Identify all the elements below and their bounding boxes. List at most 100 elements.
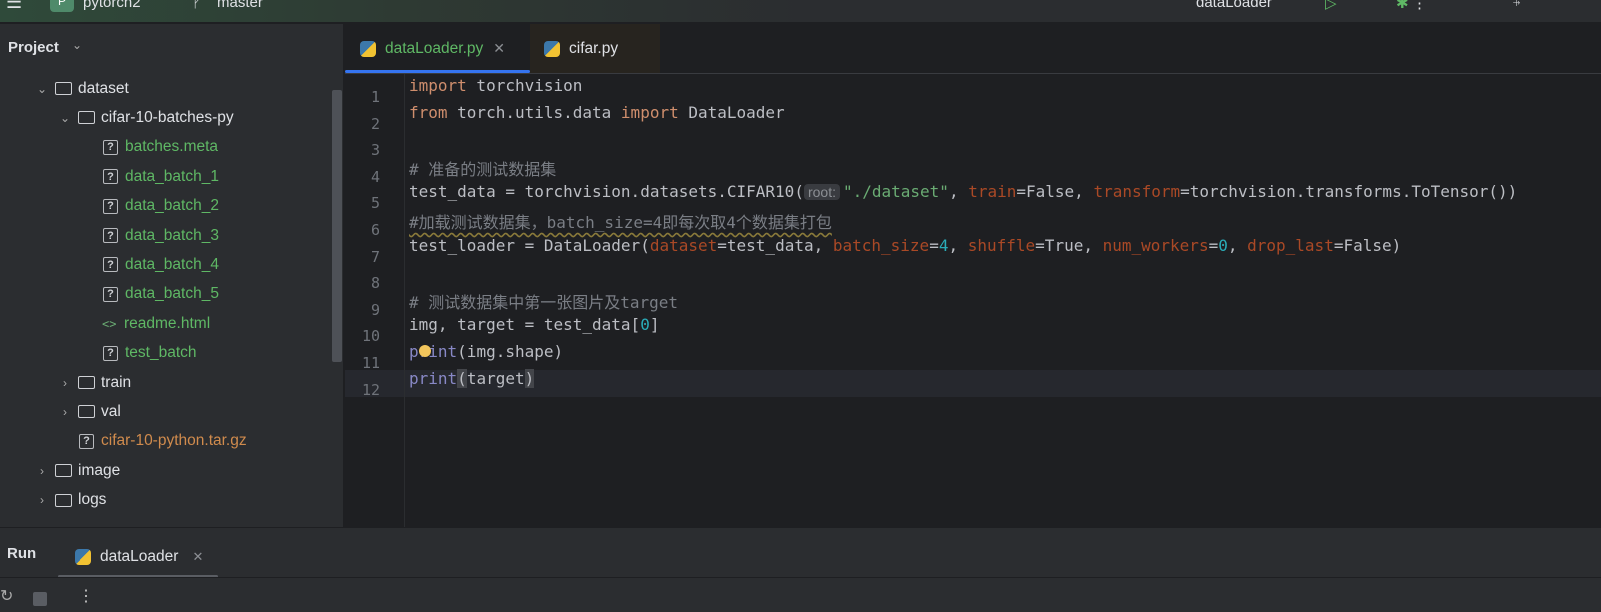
branch-icon: ᚹ	[192, 0, 202, 11]
code-token: transform	[1093, 182, 1181, 202]
code-token: shuffle	[967, 235, 1036, 255]
tree-item[interactable]: ? test_batch	[81, 339, 197, 368]
tree-item-label: cifar-10-batches-py	[101, 108, 234, 126]
code-token: import	[409, 76, 467, 95]
chevron-down-icon[interactable]: ⌄	[34, 82, 50, 96]
lightbulb-icon[interactable]	[419, 345, 431, 357]
hamburger-menu-icon[interactable]: ☰	[6, 0, 22, 13]
code-line[interactable]: print(img.shape)	[409, 342, 563, 361]
code-line[interactable]: img, target = test_data[0]	[409, 315, 659, 334]
more-icon[interactable]: ⋮	[78, 586, 94, 606]
tab-label: cifar.py	[569, 39, 619, 57]
project-name[interactable]: pytorch2	[83, 0, 141, 11]
line-number: 1	[370, 88, 380, 106]
code-token: torchvision	[466, 76, 583, 95]
code-token: =	[1208, 235, 1219, 255]
code-token: ,	[948, 235, 968, 255]
chevron-down-icon[interactable]: ⌄	[72, 38, 82, 52]
line-number: 6	[370, 221, 380, 239]
tree-item-label: data_batch_2	[125, 197, 219, 215]
line-number: 2	[370, 114, 380, 133]
unknown-file-icon: ?	[103, 228, 118, 243]
unknown-file-icon: ?	[103, 286, 118, 302]
tree-item[interactable]: ? cifar-10-python.tar.gz	[57, 427, 247, 456]
tree-item[interactable]: › logs	[34, 486, 106, 515]
tree-item-label: cifar-10-python.tar.gz	[101, 432, 247, 450]
run-icon[interactable]: ▷	[1325, 0, 1337, 12]
tree-item[interactable]: ? data_batch_1	[81, 162, 219, 191]
run-panel-title: Run	[7, 545, 37, 562]
tree-item[interactable]: › train	[57, 368, 131, 397]
tab-dataloader-py[interactable]: dataLoader.py ✕	[345, 24, 530, 73]
html-file-icon: <>	[102, 316, 117, 331]
folder-icon	[78, 111, 95, 125]
tree-item-label: data_batch_4	[125, 255, 219, 273]
code-line[interactable]: print(target)	[409, 368, 535, 388]
folder-icon	[55, 464, 72, 478]
line-number-gutter: 1 2 3 4 5 6 7 8 9 10 11 12	[345, 74, 405, 527]
tree-item-label: val	[101, 402, 121, 420]
run-tab-dataloader[interactable]: dataLoader ✕	[58, 536, 218, 578]
code-line[interactable]: # 测试数据集中第一张图片及target	[409, 289, 678, 313]
editor-tabs: dataLoader.py ✕ cifar.py	[345, 24, 1601, 74]
chevron-right-icon[interactable]: ›	[57, 376, 73, 390]
code-token: =	[929, 235, 939, 255]
tree-item[interactable]: <> readme.html	[81, 309, 210, 338]
code-token: import	[620, 102, 679, 122]
tree-item[interactable]: ? batches.meta	[81, 133, 218, 162]
chevron-down-icon[interactable]: ⌄	[57, 111, 73, 125]
tree-item[interactable]: ? data_batch_5	[81, 280, 219, 309]
tree-item-label: batches.meta	[125, 138, 219, 156]
chevron-right-icon[interactable]: ›	[34, 493, 50, 507]
code-line[interactable]: test_data = torchvision.datasets.CIFAR10…	[409, 182, 1517, 201]
code-token: print	[409, 368, 458, 388]
tree-item[interactable]: › image	[34, 456, 120, 485]
line-number: 5	[370, 194, 380, 213]
code-line[interactable]: # 准备的测试数据集	[409, 156, 556, 180]
code-token: dataset	[649, 235, 718, 255]
rerun-icon[interactable]: ↻	[0, 586, 13, 606]
project-panel-title[interactable]: Project	[8, 39, 59, 56]
run-panel: Run dataLoader ✕ ↻ ⋮	[0, 527, 1601, 612]
code-token: test_loader = DataLoader(	[409, 235, 650, 255]
tree-item-label: test_batch	[125, 344, 197, 362]
line-number: 4	[370, 167, 380, 186]
tree-item[interactable]: ? data_batch_4	[81, 250, 219, 279]
code-line[interactable]: test_loader = DataLoader(dataset=test_da…	[409, 236, 1401, 255]
more-icon[interactable]: ⋮	[1412, 0, 1427, 12]
active-tab-indicator	[345, 70, 530, 73]
stop-icon[interactable]	[33, 592, 47, 606]
code-token: train	[968, 182, 1017, 202]
run-config-name[interactable]: dataLoader	[1196, 0, 1272, 11]
code-token: =False)	[1333, 235, 1402, 255]
code-line[interactable]: from torch.utils.data import DataLoader	[409, 103, 785, 122]
tree-item[interactable]: ⌄ dataset	[34, 74, 129, 103]
tree-item[interactable]: ? data_batch_2	[81, 192, 219, 221]
debug-icon[interactable]: ✱	[1396, 0, 1409, 12]
code-token: batch_size	[832, 235, 930, 255]
line-number: 7	[370, 247, 380, 266]
project-panel: Project ⌄ ⌄ dataset ⌄ cifar-10-batches-py? b…	[0, 24, 344, 527]
close-icon[interactable]: ✕	[192, 549, 203, 565]
line-number: 9	[370, 300, 380, 319]
scrollbar[interactable]	[332, 90, 342, 362]
add-user-icon[interactable]: ⍆	[1512, 0, 1521, 11]
chevron-right-icon[interactable]: ›	[34, 464, 50, 478]
code-token: torch.utils.data	[447, 102, 621, 122]
code-token: ,	[1227, 235, 1248, 255]
tree-item[interactable]: › val	[57, 397, 121, 426]
unknown-file-icon: ?	[79, 433, 94, 449]
tab-cifar-py[interactable]: cifar.py	[530, 24, 660, 73]
python-file-icon	[75, 549, 91, 565]
chevron-right-icon[interactable]: ›	[57, 405, 73, 419]
code-line[interactable]: import torchvision	[409, 76, 582, 95]
code-line[interactable]: #加载测试数据集，batch_size=4即每次取4个数据集打包	[409, 209, 832, 233]
line-number: 11	[361, 354, 380, 372]
tree-item[interactable]: ? data_batch_3	[81, 221, 219, 250]
folder-icon	[78, 376, 95, 389]
unknown-file-icon: ?	[103, 257, 118, 273]
close-icon[interactable]: ✕	[493, 40, 505, 57]
project-badge[interactable]: P	[50, 0, 74, 12]
branch-name[interactable]: master	[217, 0, 263, 11]
tree-item[interactable]: ⌄ cifar-10-batches-py	[57, 103, 234, 132]
